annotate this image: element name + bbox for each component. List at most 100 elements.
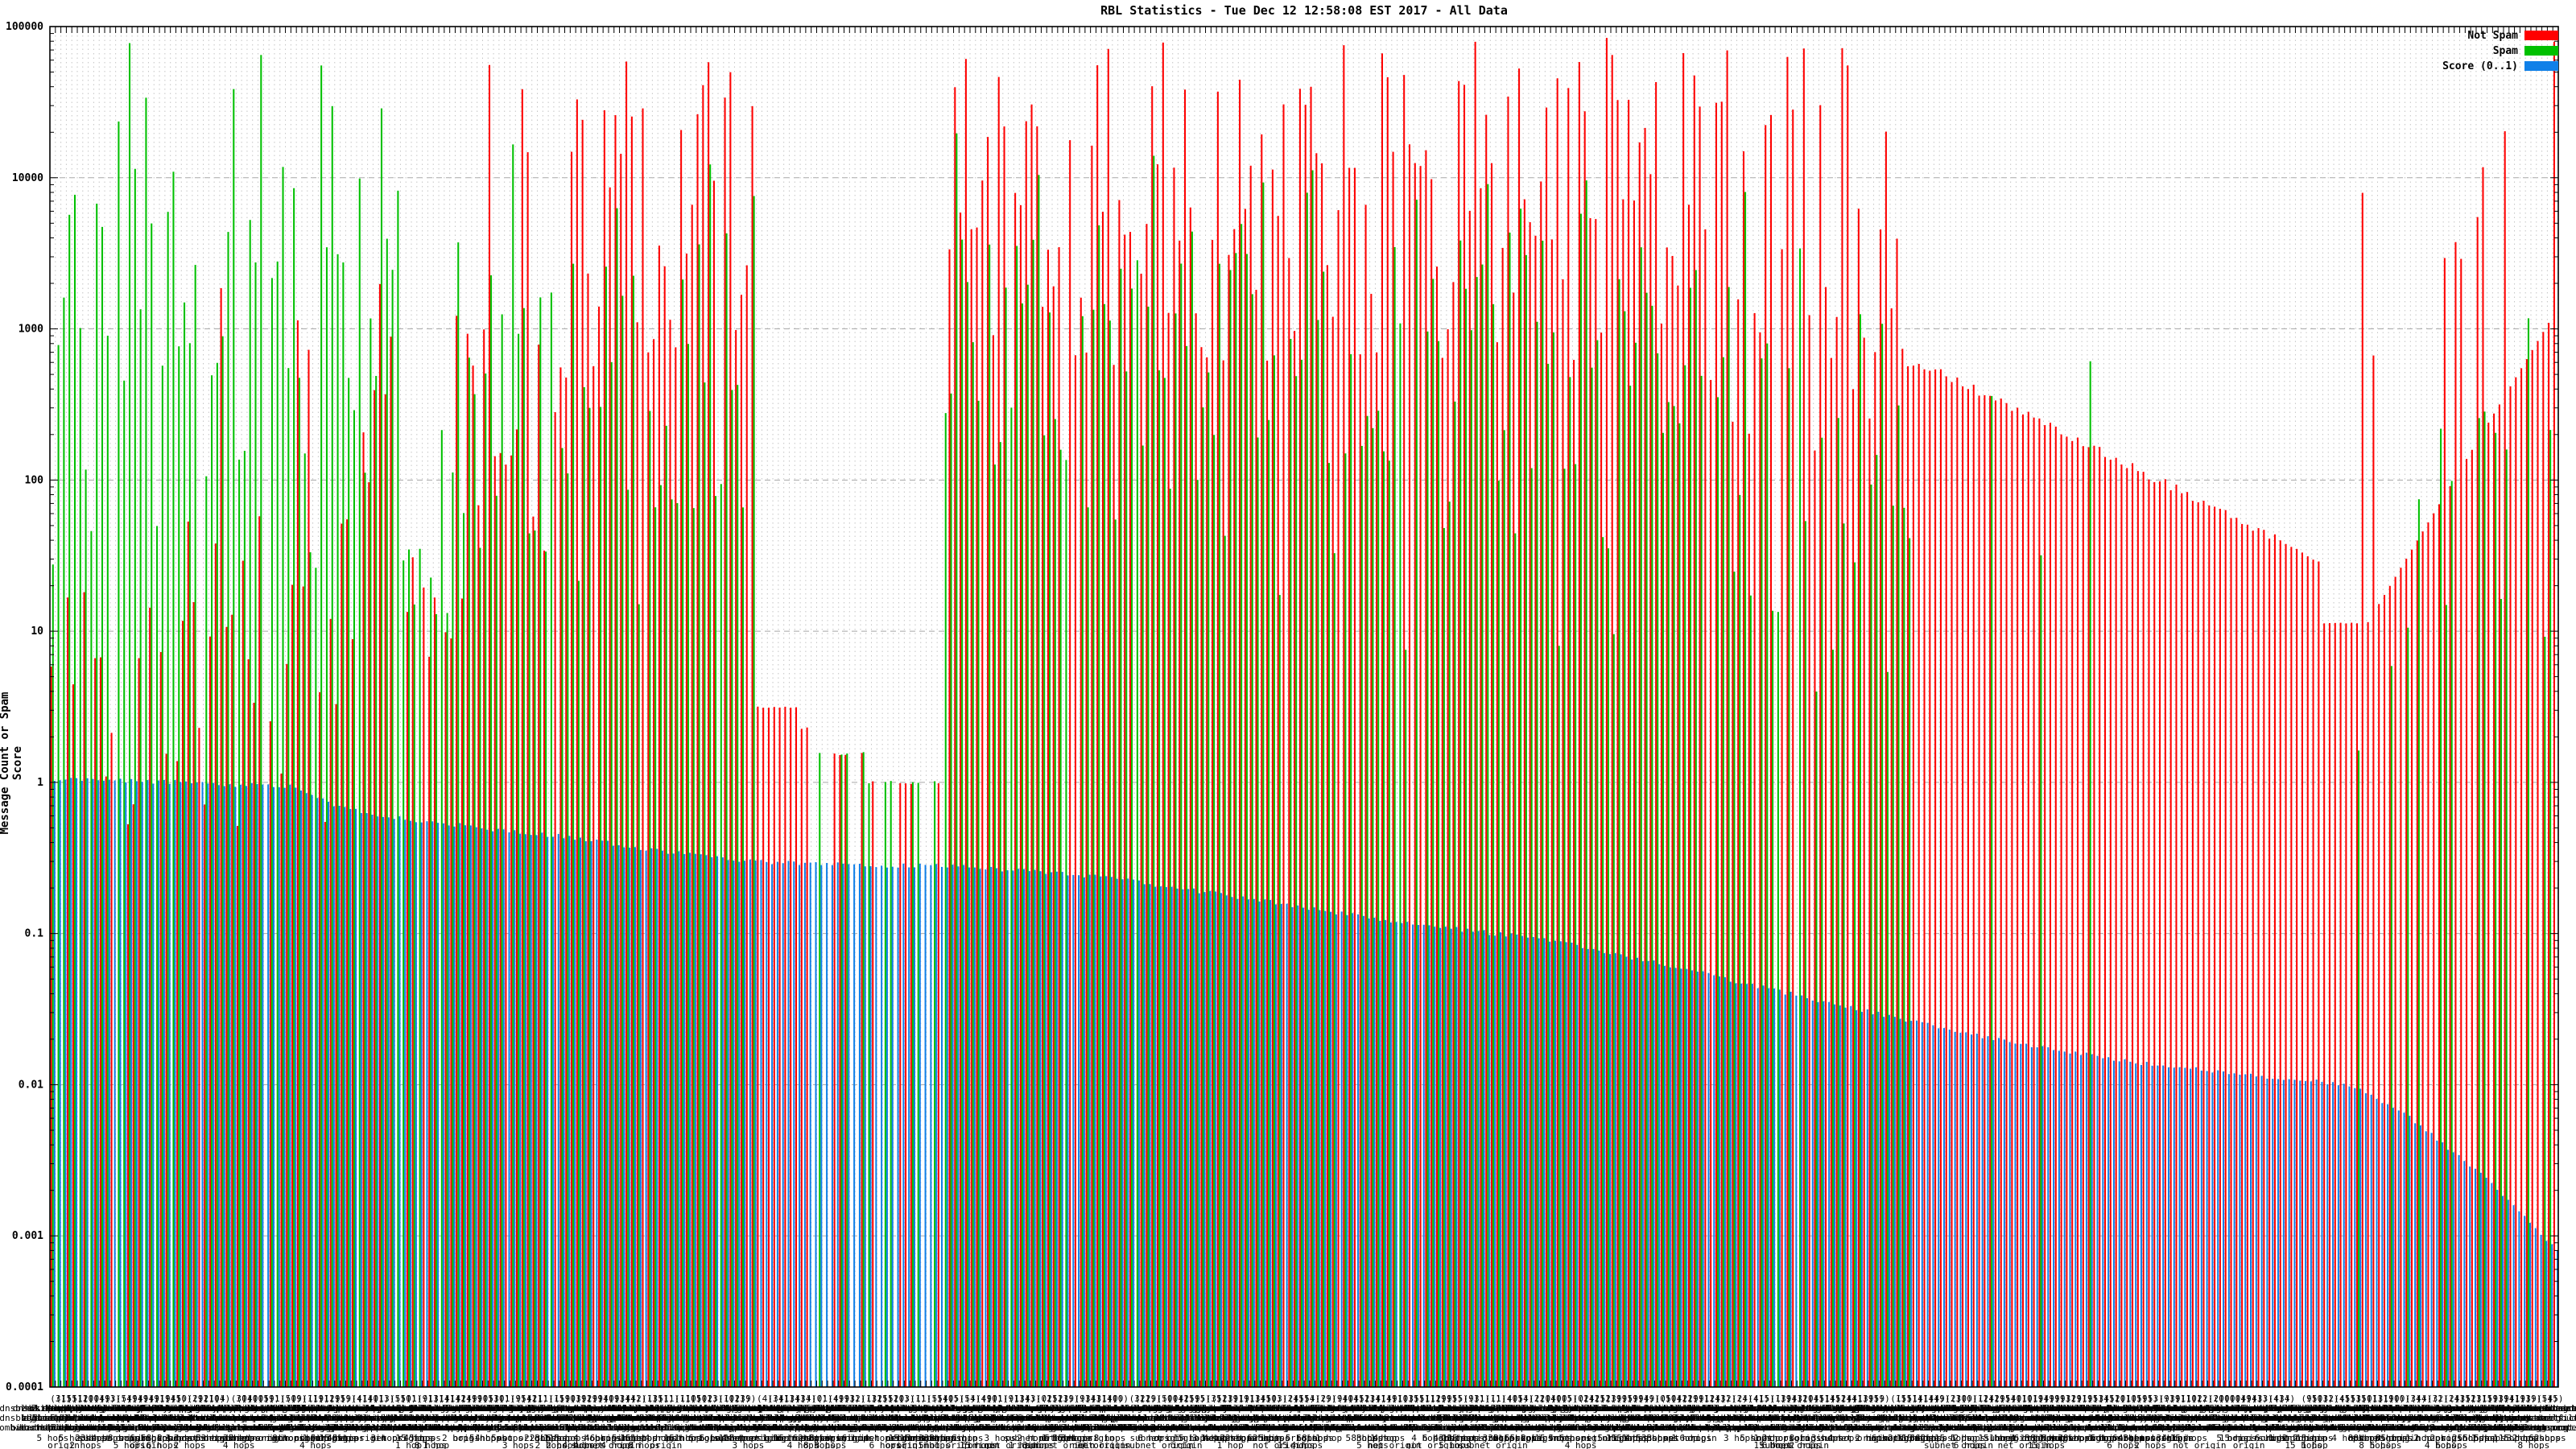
score-bar	[1729, 981, 1732, 1387]
score-bar	[738, 861, 741, 1387]
not-spam-bar	[2394, 576, 2396, 1387]
not-spam-bar	[1080, 297, 1082, 1387]
score-bar	[70, 778, 72, 1387]
score-bar	[1258, 901, 1261, 1387]
score-bar	[190, 782, 192, 1387]
spam-bar	[1695, 270, 1697, 1388]
not-spam-bar	[253, 702, 255, 1387]
not-spam-bar	[1600, 332, 1603, 1387]
spam-bar	[1579, 213, 1582, 1387]
score-bar	[141, 782, 143, 1387]
score-bar	[1352, 913, 1354, 1387]
not-spam-bar	[2115, 457, 2117, 1388]
not-spam-bar	[428, 656, 431, 1387]
spam-bar	[1383, 451, 1385, 1388]
not-spam-bar	[2093, 445, 2095, 1388]
spam-bar	[1673, 406, 1675, 1387]
score-bar	[1905, 1022, 1907, 1387]
not-spam-bar	[1233, 229, 1236, 1388]
not-spam-bar	[247, 659, 250, 1387]
not-spam-bar	[1386, 76, 1389, 1388]
not-spam-bar	[2099, 447, 2101, 1388]
score-bar	[1625, 956, 1628, 1387]
not-spam-bar	[2416, 540, 2418, 1388]
score-bar	[1450, 928, 1452, 1387]
not-spam-bar	[543, 550, 546, 1388]
x-label-name: bl.spamcop.net	[2518, 1422, 2576, 1433]
score-bar	[2293, 1080, 2296, 1387]
spam-bar	[96, 203, 98, 1388]
not-spam-bar	[1546, 107, 1548, 1388]
not-spam-bar	[521, 89, 523, 1387]
score-bar	[2518, 1211, 2520, 1387]
spam-bar	[1273, 355, 1275, 1387]
score-bar	[2326, 1084, 2329, 1387]
score-bar	[344, 807, 346, 1387]
score-bar	[606, 840, 609, 1387]
score-bar	[168, 783, 171, 1387]
spam-bar	[1180, 263, 1183, 1388]
not-spam-bar	[2537, 341, 2539, 1388]
score-bar	[1291, 906, 1294, 1387]
spam-bar	[1360, 445, 1363, 1388]
score-bar	[1483, 930, 1485, 1387]
spam-bar	[227, 232, 229, 1387]
not-spam-bar	[937, 783, 939, 1387]
not-spam-bar	[2164, 479, 2166, 1387]
not-spam-bar	[2449, 485, 2451, 1387]
not-spam-bar	[910, 783, 912, 1387]
spam-bar	[753, 196, 755, 1387]
score-bar	[108, 779, 110, 1387]
score-bar	[2370, 1094, 2372, 1387]
score-bar	[689, 852, 691, 1387]
spam-bar	[868, 782, 870, 1387]
not-spam-bar	[1239, 80, 1241, 1387]
score-bar	[2359, 1088, 2362, 1387]
score-bar	[393, 819, 395, 1387]
score-bar	[596, 839, 598, 1387]
score-bar	[2337, 1085, 2339, 1387]
not-spam-bar	[2246, 524, 2248, 1387]
score-bar	[2112, 1060, 2115, 1387]
spam-bar	[1991, 395, 1993, 1387]
score-bar	[1532, 936, 1534, 1387]
not-spam-bar	[1802, 48, 1805, 1388]
score-bar	[1088, 874, 1091, 1387]
score-bar	[705, 855, 708, 1387]
spam-bar	[1612, 634, 1615, 1387]
not-spam-bar	[2427, 522, 2429, 1388]
not-spam-bar	[83, 592, 85, 1387]
not-spam-bar	[1376, 352, 1378, 1388]
score-bar	[815, 862, 817, 1387]
not-spam-bar	[653, 339, 655, 1387]
not-spam-bar	[1907, 366, 1909, 1387]
score-bar	[2162, 1065, 2165, 1387]
spam-bar	[1497, 481, 1500, 1388]
not-spam-bar	[565, 377, 568, 1387]
score-bar	[601, 840, 604, 1387]
not-spam-bar	[773, 707, 775, 1387]
score-bar	[2266, 1078, 2268, 1387]
spam-bar	[73, 194, 76, 1388]
score-bar	[1121, 879, 1124, 1387]
legend-row-score: Score (0..1)	[2442, 60, 2558, 72]
not-spam-bar	[510, 455, 513, 1387]
spam-bar	[1684, 365, 1686, 1388]
score-bar	[2053, 1050, 2055, 1387]
spam-bar	[1290, 339, 1292, 1387]
score-bar	[1691, 970, 1694, 1387]
spam-bar	[407, 549, 411, 1387]
not-spam-bar	[554, 412, 556, 1387]
spam-bar	[1481, 264, 1484, 1388]
not-spam-bar	[2548, 323, 2550, 1387]
not-spam-bar	[559, 367, 562, 1387]
spam-bar	[1306, 192, 1308, 1387]
not-spam-bar	[2273, 534, 2276, 1387]
score-bar	[1637, 957, 1639, 1387]
score-bar	[1078, 875, 1080, 1387]
x-label-qualifier: 6 hops	[1680, 1433, 1712, 1443]
score-bar	[426, 821, 428, 1387]
score-bar	[1472, 931, 1474, 1387]
not-spam-bar	[1759, 332, 1761, 1388]
not-spam-bar	[839, 755, 841, 1387]
